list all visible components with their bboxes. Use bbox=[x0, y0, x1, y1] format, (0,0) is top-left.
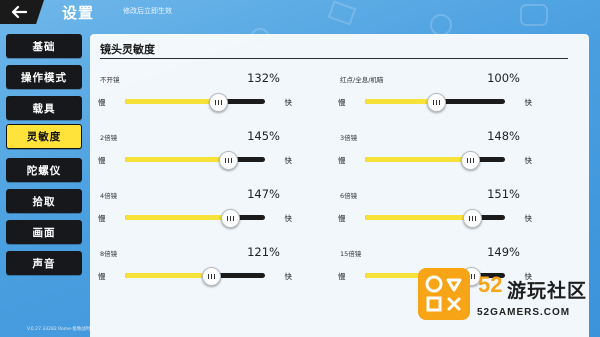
sidebar-item-control-mode[interactable]: 操作模式 bbox=[6, 65, 82, 89]
watermark-name: 游玩社区 bbox=[507, 280, 588, 302]
sidebar-item-gyroscope[interactable]: 陀螺仪 bbox=[6, 158, 82, 182]
sensitivity-slider[interactable] bbox=[125, 93, 265, 112]
slider-fill bbox=[365, 215, 472, 220]
slider-min-label: 慢 bbox=[338, 98, 346, 107]
sensitivity-setting: 红点/全息/机瞄 100% 慢 快 bbox=[338, 71, 532, 122]
slider-max-label: 快 bbox=[524, 156, 533, 165]
page-title: 设置 bbox=[62, 4, 95, 22]
setting-label: 15倍镜 bbox=[340, 250, 362, 258]
slider-fill bbox=[125, 157, 228, 162]
top-bar: 设置 修改后立即生效 bbox=[0, 0, 600, 24]
sensitivity-setting: 8倍镜 121% 慢 快 bbox=[98, 245, 292, 296]
sensitivity-setting: 不开镜 132% 慢 快 bbox=[98, 71, 292, 122]
slider-max-label: 快 bbox=[284, 98, 293, 107]
setting-value: 100% bbox=[487, 71, 520, 85]
watermark-logo-icon bbox=[418, 268, 470, 320]
slider-handle[interactable] bbox=[202, 267, 222, 286]
setting-value: 132% bbox=[247, 71, 280, 85]
slider-max-label: 快 bbox=[284, 156, 293, 165]
slider-min-label: 慢 bbox=[98, 214, 106, 223]
slider-handle[interactable] bbox=[220, 209, 240, 228]
sensitivity-slider[interactable] bbox=[365, 209, 505, 228]
slider-fill bbox=[365, 157, 469, 162]
sensitivity-slider[interactable] bbox=[125, 267, 265, 286]
grip-icon bbox=[469, 216, 477, 221]
slider-max-label: 快 bbox=[284, 272, 293, 281]
slider-handle[interactable] bbox=[427, 93, 446, 112]
slider-min-label: 慢 bbox=[98, 98, 106, 107]
setting-label: 8倍镜 bbox=[100, 250, 118, 258]
watermark-domain: 52GAMERS.COM bbox=[477, 307, 571, 318]
sensitivity-slider[interactable] bbox=[365, 151, 505, 170]
divider bbox=[100, 58, 568, 59]
grip-icon bbox=[208, 274, 216, 279]
slider-fill bbox=[125, 99, 218, 104]
grip-icon bbox=[466, 158, 474, 163]
setting-value: 145% bbox=[247, 129, 280, 143]
sidebar-item-basic[interactable]: 基础 bbox=[6, 34, 82, 58]
back-arrow-icon bbox=[11, 6, 27, 18]
slider-fill bbox=[365, 99, 435, 104]
slider-fill bbox=[125, 273, 211, 278]
setting-value: 121% bbox=[247, 245, 280, 259]
setting-label: 2倍镜 bbox=[100, 134, 118, 142]
sidebar-item-vehicle[interactable]: 载具 bbox=[6, 96, 82, 120]
page-subtitle: 修改后立即生效 bbox=[123, 7, 172, 15]
slider-max-label: 快 bbox=[524, 98, 533, 107]
grip-icon bbox=[433, 100, 440, 105]
sensitivity-slider[interactable] bbox=[365, 93, 505, 112]
setting-value: 149% bbox=[487, 245, 520, 259]
slider-max-label: 快 bbox=[284, 214, 293, 223]
sensitivity-slider[interactable] bbox=[125, 151, 265, 170]
sidebar-item-graphics[interactable]: 画面 bbox=[6, 220, 82, 244]
setting-label: 3倍镜 bbox=[340, 134, 358, 142]
slider-min-label: 慢 bbox=[338, 214, 346, 223]
slider-min-label: 慢 bbox=[338, 272, 346, 281]
setting-label: 红点/全息/机瞄 bbox=[340, 76, 384, 84]
sidebar-item-pickup[interactable]: 拾取 bbox=[6, 189, 82, 213]
setting-label: 6倍镜 bbox=[340, 192, 358, 200]
watermark-number: 52 bbox=[478, 272, 503, 297]
grip-icon bbox=[226, 216, 234, 221]
sensitivity-setting: 6倍镜 151% 慢 快 bbox=[338, 187, 532, 238]
grip-icon bbox=[225, 158, 233, 163]
setting-label: 不开镜 bbox=[100, 76, 120, 84]
slider-fill bbox=[125, 215, 229, 220]
slider-handle[interactable] bbox=[209, 93, 229, 112]
sidebar-item-sensitivity[interactable]: 灵敏度 bbox=[6, 124, 82, 149]
panel-title: 镜头灵敏度 bbox=[100, 43, 155, 56]
watermark: 52 游玩社区 52GAMERS.COM bbox=[418, 268, 598, 334]
slider-handle[interactable] bbox=[219, 151, 239, 170]
slider-min-label: 慢 bbox=[338, 156, 346, 165]
slider-max-label: 快 bbox=[524, 214, 533, 223]
grip-icon bbox=[215, 100, 223, 105]
setting-value: 147% bbox=[247, 187, 280, 201]
sensitivity-setting: 2倍镜 145% 慢 快 bbox=[98, 129, 292, 180]
sensitivity-setting: 4倍镜 147% 慢 快 bbox=[98, 187, 292, 238]
back-button[interactable] bbox=[0, 0, 44, 24]
version-label: V.0.27.33282 Rome·极致战时 bbox=[27, 327, 91, 332]
slider-min-label: 慢 bbox=[98, 272, 106, 281]
slider-handle[interactable] bbox=[460, 151, 480, 170]
setting-value: 151% bbox=[487, 187, 520, 201]
sensitivity-setting: 3倍镜 148% 慢 快 bbox=[338, 129, 532, 180]
setting-label: 4倍镜 bbox=[100, 192, 118, 200]
sidebar-item-audio[interactable]: 声音 bbox=[6, 251, 82, 275]
setting-value: 148% bbox=[487, 129, 520, 143]
slider-min-label: 慢 bbox=[98, 156, 106, 165]
slider-handle[interactable] bbox=[463, 209, 483, 228]
sensitivity-slider[interactable] bbox=[125, 209, 265, 228]
